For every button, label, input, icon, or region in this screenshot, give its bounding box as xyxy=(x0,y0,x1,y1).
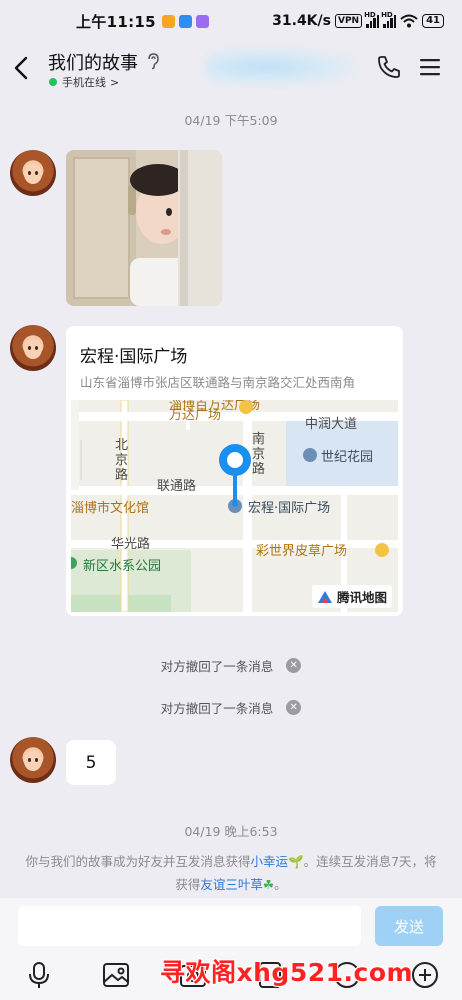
message-timestamp: 04/19 晚上6:53 xyxy=(184,824,278,839)
image-message[interactable] xyxy=(66,150,222,306)
recall-notice-text: 对方撤回了一条消息 xyxy=(160,659,274,674)
location-message[interactable]: 宏程·国际广场 山东省淄博市张店区联通路与南京路交汇处西南角 淄博百万达广场 万… xyxy=(66,326,403,616)
watermark: 寻欢阁xhg521.com xyxy=(160,958,414,987)
map-label: 联通路 xyxy=(157,479,197,494)
friendship-notice: 你与我们的故事成为好友并互发消息获得小幸运🌱。连续互发消息7天，将获得友谊三叶草… xyxy=(20,850,442,896)
map-label: 中润大道 xyxy=(305,417,358,432)
signal-icon: HD xyxy=(364,11,380,28)
text-message-content: 5 xyxy=(85,752,97,773)
avatar-eye xyxy=(28,346,31,350)
close-icon[interactable]: ✕ xyxy=(286,658,302,673)
status-bar: 上午11:15 31.4K/s VPN HD HD 41 xyxy=(0,0,462,42)
avatar-eye xyxy=(28,758,31,762)
phone-call-button[interactable] xyxy=(376,54,402,80)
notice-text: 你与我们的故事成为好友并互发消息获得 xyxy=(25,854,251,869)
network-speed: 31.4K/s xyxy=(272,13,331,29)
avatar-eye xyxy=(35,346,38,350)
recall-notice-text: 对方撤回了一条消息 xyxy=(160,701,274,716)
online-status[interactable]: 手机在线 > xyxy=(49,74,119,90)
wifi-icon xyxy=(400,14,418,28)
tencent-map-icon xyxy=(317,590,332,603)
map-label: 新区水系公园 xyxy=(83,559,162,574)
clover-icon: ☘ xyxy=(262,877,275,892)
menu-button[interactable] xyxy=(418,56,442,78)
map-label: 宏程·国际广场 xyxy=(248,501,331,516)
map-label: 华光路 xyxy=(111,537,151,552)
map-preview[interactable]: 淄博百万达广场 万达广场 中润大道 南京路 北京路 世纪花园 联通路 淄博市文化… xyxy=(71,400,398,612)
location-name: 宏程·国际广场 xyxy=(80,347,188,367)
vpn-icon: VPN xyxy=(334,14,363,28)
recall-notice: 对方撤回了一条消息 ✕ xyxy=(0,656,462,675)
avatar-face xyxy=(24,164,42,184)
shopping-poi-icon xyxy=(375,543,389,557)
avatar[interactable] xyxy=(10,737,56,783)
avatar[interactable] xyxy=(10,325,56,371)
friendship-clover-link[interactable]: 友谊三叶草 xyxy=(200,877,263,892)
map-pin-icon xyxy=(219,444,251,507)
close-icon[interactable]: ✕ xyxy=(286,700,302,715)
map-label: 彩世界皮草广场 xyxy=(256,544,348,559)
avatar-eye xyxy=(28,171,31,175)
notification-app-icon xyxy=(195,14,209,28)
map-label: 世纪花园 xyxy=(321,450,374,465)
back-button[interactable] xyxy=(10,54,34,82)
online-status-label: 手机在线 xyxy=(62,76,106,89)
send-button[interactable]: 发送 xyxy=(375,906,443,946)
notification-app-icon xyxy=(178,14,192,28)
map-label: 淄博市文化馆 xyxy=(71,501,150,516)
avatar-eye xyxy=(35,758,38,762)
map-label: 北京路 xyxy=(115,438,129,483)
map-label: 万达广场 xyxy=(169,408,222,423)
recall-notice: 对方撤回了一条消息 ✕ xyxy=(0,698,462,717)
shopping-poi-icon xyxy=(239,400,253,414)
notice-text: 。 xyxy=(274,877,287,892)
chat-title[interactable]: 我们的故事 xyxy=(48,49,138,75)
message-input[interactable] xyxy=(18,906,361,946)
photo-image xyxy=(66,150,222,306)
status-time: 上午11:15 xyxy=(76,12,156,31)
chevron-right-icon: > xyxy=(110,75,120,89)
online-dot xyxy=(49,78,57,86)
residence-poi-icon xyxy=(303,448,317,462)
location-address: 山东省淄博市张店区联通路与南京路交汇处西南角 xyxy=(80,375,356,390)
map-provider-label: 腾讯地图 xyxy=(336,590,387,605)
image-picker-icon[interactable] xyxy=(101,960,131,990)
message-timestamp: 04/19 下午5:09 xyxy=(184,113,278,128)
little-luck-link[interactable]: 小幸运 xyxy=(250,854,288,869)
avatar-face xyxy=(24,339,42,359)
text-message[interactable]: 5 xyxy=(66,740,116,785)
ear-icon xyxy=(148,53,159,70)
avatar-eye xyxy=(35,171,38,175)
map-provider-badge: 腾讯地图 xyxy=(311,585,392,608)
avatar[interactable] xyxy=(10,150,56,196)
notification-app-icon xyxy=(161,14,175,28)
signal-icon: HD xyxy=(381,11,397,28)
plus-icon[interactable] xyxy=(410,960,440,990)
chat-header: 我们的故事 手机在线 > xyxy=(0,42,462,94)
avatar-face xyxy=(24,751,42,771)
battery-icon: 41 xyxy=(422,14,444,28)
blurred-region xyxy=(205,48,355,86)
microphone-icon[interactable] xyxy=(24,960,54,990)
status-indicators: 31.4K/s VPN HD HD 41 xyxy=(272,11,444,29)
sprout-icon: 🌱 xyxy=(287,854,304,869)
